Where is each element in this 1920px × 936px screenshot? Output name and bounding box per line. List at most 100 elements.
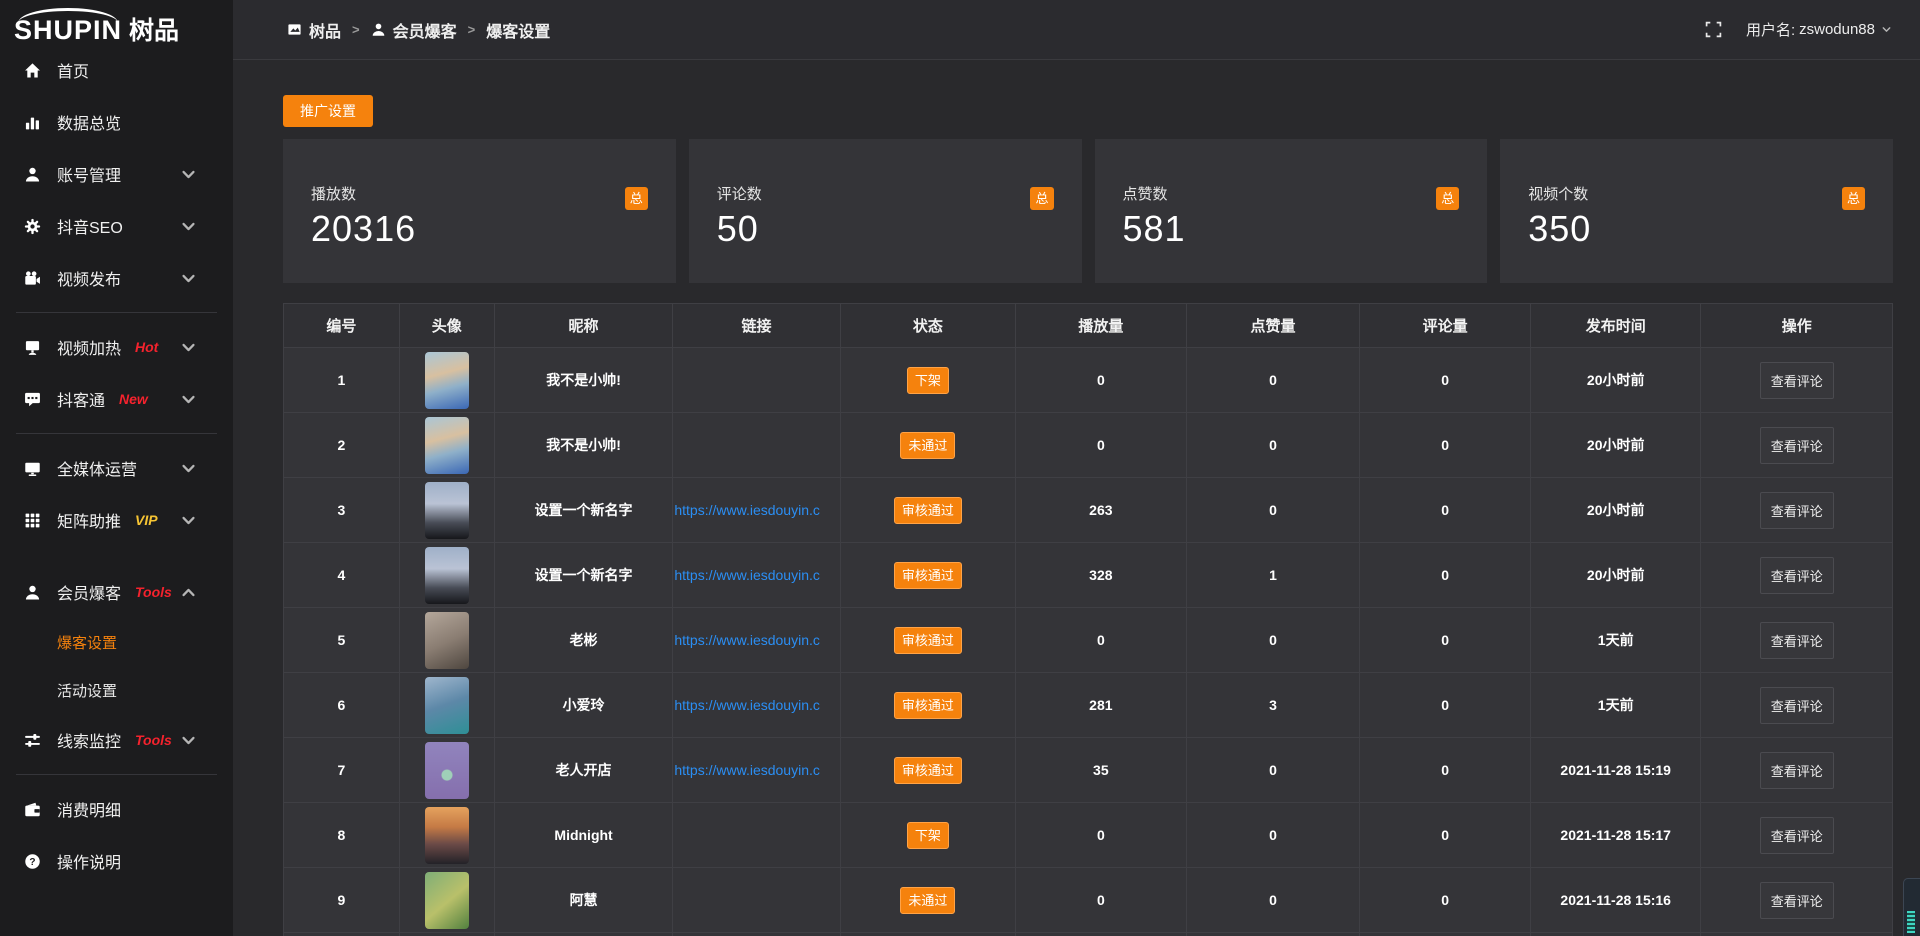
sidebar-item[interactable]: 线索监控Tools (0, 714, 233, 766)
breadcrumb-separator: > (468, 22, 476, 37)
video-link[interactable]: https://www.iesdouyin.c (673, 502, 839, 518)
cell-action: 查看评论 (1701, 413, 1893, 478)
sidebar-gap (0, 546, 233, 566)
sidebar-item[interactable]: ?操作说明 (0, 835, 233, 887)
videos-table: 编号头像昵称链接状态播放量点赞量评论量发布时间操作 1我不是小帅!下架00020… (283, 303, 1893, 936)
sidebar-item[interactable]: 首页 (0, 44, 233, 96)
cell-comments: 0 (1360, 413, 1531, 478)
sidebar-subitem[interactable]: 爆客设置 (0, 618, 233, 666)
sidebar-item[interactable]: 会员爆客Tools (0, 566, 233, 618)
cell-comments (1360, 933, 1531, 936)
floating-widget[interactable] (1903, 878, 1920, 936)
sidebar-item-label: 矩阵助推 (57, 508, 121, 532)
stat-card-label: 评论数 (717, 183, 1054, 204)
column-header: 昵称 (494, 304, 673, 348)
status-badge[interactable]: 未通过 (900, 432, 955, 459)
sidebar-divider (16, 312, 217, 313)
chevron-down-icon (180, 391, 197, 408)
view-comments-button[interactable]: 查看评论 (1760, 752, 1834, 789)
user-icon (24, 166, 41, 183)
status-badge[interactable]: 未通过 (900, 887, 955, 914)
table-row: 2我不是小帅!未通过00020小时前查看评论 (284, 413, 1893, 478)
logo-text-en: SHUPIN (14, 17, 122, 44)
breadcrumb-item[interactable]: 树品 (287, 18, 341, 42)
sidebar-item[interactable]: 抖音SEO (0, 200, 233, 252)
stat-card-total-badge: 总 (625, 187, 648, 210)
sidebar-subitem[interactable]: 活动设置 (0, 666, 233, 714)
stats-row: 播放数20316总评论数50总点赞数581总视频个数350总 (283, 139, 1893, 283)
sidebar-subitem-label: 爆客设置 (57, 632, 117, 653)
cell-link (673, 933, 840, 936)
cell-action: 查看评论 (1701, 608, 1893, 673)
content: 推广设置 播放数20316总评论数50总点赞数581总视频个数350总 编号头像… (233, 60, 1920, 936)
cell-action: 查看评论 (1701, 478, 1893, 543)
sidebar-item[interactable]: 消费明细 (0, 783, 233, 835)
avatar (425, 612, 469, 669)
cell-avatar (399, 933, 494, 936)
view-comments-button[interactable]: 查看评论 (1760, 362, 1834, 399)
cell-action (1701, 933, 1893, 936)
cell-number: 5 (284, 608, 400, 673)
cell-status: 审核通过 (840, 478, 1015, 543)
sidebar-item[interactable]: 矩阵助推VIP (0, 494, 233, 546)
cell-nickname: 小爱玲 (494, 673, 673, 738)
status-badge[interactable]: 审核通过 (894, 627, 962, 654)
fullscreen-icon[interactable] (1705, 21, 1722, 38)
cell-publish-time: 1天前 (1530, 673, 1701, 738)
billboard-icon (24, 339, 41, 356)
promo-settings-button[interactable]: 推广设置 (283, 95, 373, 127)
status-badge[interactable]: 下架 (907, 367, 949, 394)
view-comments-button[interactable]: 查看评论 (1760, 427, 1834, 464)
table-wrap: 编号头像昵称链接状态播放量点赞量评论量发布时间操作 1我不是小帅!下架00020… (283, 303, 1893, 936)
table-row: 8Midnight下架0002021-11-28 15:17查看评论 (284, 803, 1893, 868)
status-badge[interactable]: 审核通过 (894, 692, 962, 719)
svg-text:?: ? (29, 857, 35, 868)
cell-avatar (399, 413, 494, 478)
cell-number: 2 (284, 413, 400, 478)
view-comments-button[interactable]: 查看评论 (1760, 492, 1834, 529)
cell-comments: 0 (1360, 673, 1531, 738)
cell-comments: 0 (1360, 348, 1531, 413)
sidebar-item[interactable]: 视频加热Hot (0, 321, 233, 373)
sidebar-item[interactable]: 视频发布 (0, 252, 233, 304)
stat-card: 评论数50总 (689, 139, 1082, 283)
cell-number: 1 (284, 348, 400, 413)
breadcrumb-label: 会员爆客 (393, 18, 457, 42)
video-link[interactable]: https://www.iesdouyin.c (673, 632, 839, 648)
status-badge[interactable]: 审核通过 (894, 562, 962, 589)
cell-nickname: 老彬 (494, 608, 673, 673)
status-badge[interactable]: 审核通过 (894, 757, 962, 784)
home-icon (24, 62, 41, 79)
breadcrumb-item[interactable]: 会员爆客 (371, 18, 457, 42)
video-link[interactable]: https://www.iesdouyin.c (673, 567, 839, 583)
view-comments-button[interactable]: 查看评论 (1760, 817, 1834, 854)
stat-card: 视频个数350总 (1500, 139, 1893, 283)
view-comments-button[interactable]: 查看评论 (1760, 882, 1834, 919)
table-row: 6小爱玲https://www.iesdouyin.c审核通过281301天前查… (284, 673, 1893, 738)
user-menu[interactable]: 用户名: zswodun88 (1746, 19, 1892, 40)
view-comments-button[interactable]: 查看评论 (1760, 557, 1834, 594)
sidebar-item[interactable]: 抖客通New (0, 373, 233, 425)
breadcrumb-item[interactable]: 爆客设置 (486, 18, 550, 42)
sidebar-item[interactable]: 数据总览 (0, 96, 233, 148)
sidebar-item[interactable]: 账号管理 (0, 148, 233, 200)
cell-link (673, 868, 840, 933)
sidebar-item-label: 首页 (57, 58, 89, 82)
sidebar-item[interactable]: 全媒体运营 (0, 442, 233, 494)
cell-nickname: Midnight (494, 803, 673, 868)
status-badge[interactable]: 下架 (907, 822, 949, 849)
cell-plays: 0 (1016, 608, 1187, 673)
table-row: 3设置一个新名字https://www.iesdouyin.c审核通过26300… (284, 478, 1893, 543)
status-badge[interactable]: 审核通过 (894, 497, 962, 524)
app-logo[interactable]: SHUPIN 树品 (0, 0, 233, 44)
video-link[interactable]: https://www.iesdouyin.c (673, 762, 839, 778)
cell-action: 查看评论 (1701, 543, 1893, 608)
stat-card-total-badge: 总 (1842, 187, 1865, 210)
video-camera-icon (24, 270, 41, 287)
table-row: 5老彬https://www.iesdouyin.c审核通过0001天前查看评论 (284, 608, 1893, 673)
view-comments-button[interactable]: 查看评论 (1760, 687, 1834, 724)
stat-card-value: 581 (1123, 208, 1460, 250)
column-header: 评论量 (1360, 304, 1531, 348)
view-comments-button[interactable]: 查看评论 (1760, 622, 1834, 659)
video-link[interactable]: https://www.iesdouyin.c (673, 697, 839, 713)
